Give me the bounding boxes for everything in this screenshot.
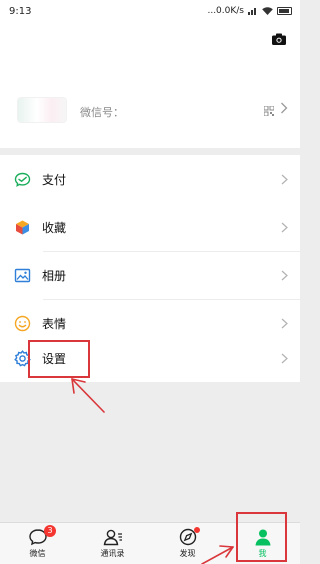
menu-label-favorites: 收藏 (42, 220, 67, 235)
signal-icon (248, 7, 258, 15)
chevron-right-icon (281, 174, 288, 185)
tab-label-contacts: 通讯录 (100, 549, 125, 558)
tab-label-discover: 发现 (179, 549, 196, 558)
contacts-icon (103, 529, 122, 546)
menu-group-pay: 支付 (0, 155, 300, 203)
profile-header[interactable]: 微信号： (0, 22, 300, 148)
wifi-icon (262, 7, 273, 15)
cube-icon (16, 220, 29, 234)
chevron-right-icon (281, 353, 288, 364)
menu-label-album: 相册 (42, 268, 67, 283)
chevron-right-icon (281, 222, 288, 233)
status-time: 9:13 (9, 5, 32, 17)
new-content-dot (194, 527, 200, 533)
tab-contacts[interactable]: 通讯录 (75, 523, 150, 564)
qr-code-icon[interactable] (264, 106, 274, 116)
wechat-id-label: 微信号： (80, 106, 124, 119)
image-icon (14, 268, 31, 282)
unread-badge: 3 (44, 525, 56, 537)
tab-label-chats: 微信 (29, 549, 46, 558)
camera-icon[interactable] (272, 33, 286, 45)
chevron-right-icon (281, 270, 288, 281)
menu-item-pay[interactable]: 支付 (0, 155, 300, 203)
menu-group-content: 收藏 相册 表情 (0, 203, 300, 347)
chevron-right-icon (281, 102, 288, 114)
avatar[interactable] (18, 98, 66, 122)
menu-item-favorites[interactable]: 收藏 (0, 203, 300, 251)
annotation-highlight-settings (28, 340, 90, 378)
chevron-right-icon (281, 318, 288, 329)
status-indicators: ...0.0K/s (207, 6, 292, 16)
status-bar: 9:13 ...0.0K/s (0, 0, 300, 22)
menu-label-pay: 支付 (42, 172, 67, 187)
network-speed: ...0.0K/s (207, 6, 244, 16)
battery-icon (277, 7, 292, 15)
tab-chats[interactable]: 3 微信 (0, 523, 75, 564)
tab-discover[interactable]: 发现 (150, 523, 225, 564)
annotation-highlight-me-tab (236, 512, 287, 562)
wallet-icon (14, 172, 31, 187)
smiley-icon (14, 315, 31, 331)
menu-label-stickers: 表情 (42, 316, 67, 331)
menu-item-album[interactable]: 相册 (0, 251, 300, 299)
